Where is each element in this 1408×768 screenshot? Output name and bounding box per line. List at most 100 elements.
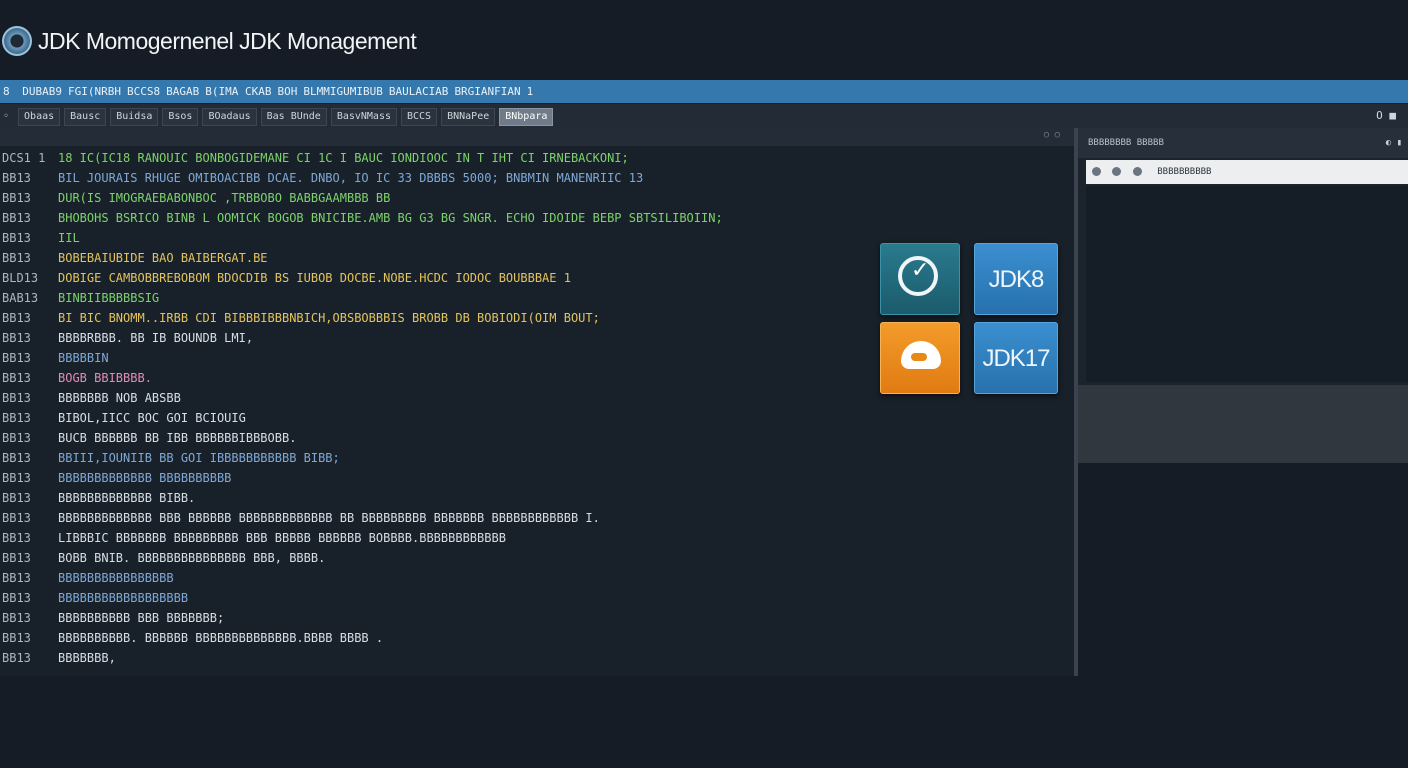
code-line[interactable]: BB13 BBBBBBBBBBBBB BIBB. — [0, 488, 723, 508]
code-line[interactable]: BB13 BOBB BNIB. BBBBBBBBBBBBBBB BBB, BBBB… — [0, 548, 723, 568]
code-line[interactable]: BB13 BOBEBAIUBIDE BAO BAIBERGAT.BE — [0, 248, 723, 268]
code-line[interactable]: BB13 BBBBBBBBBBBBB BBBBBBBBBB — [0, 468, 723, 488]
code-text: BUCB BBBBBB BB IBB BBBBBBIBBBOBB. — [58, 431, 297, 445]
right-panel-title: BBBBBBBB BBBBB — [1088, 138, 1164, 148]
code-line[interactable]: BB13 BBBBRBBB. BB IB BOUNDB LMI, — [0, 328, 723, 348]
menu-item[interactable]: BAULACIAB — [386, 85, 452, 98]
code-line[interactable]: BB13 BBIII,IOUNIIB BB GOI IBBBBBBBBBBB BI… — [0, 448, 723, 468]
code-line[interactable]: BB13 BUCB BBBBBB BB IBB BBBBBBIBBBOBB. — [0, 428, 723, 448]
code-text: BBBBBBBBBBBBBBBBBB — [58, 591, 189, 605]
code-line[interactable]: BB13 BBBBBIN — [0, 348, 723, 368]
code-line[interactable]: BB13 DUR(IS IMOGRAEBABONBOC ,TRBBOBO BABB… — [0, 188, 723, 208]
code-text: BI BIC BNOMM..IRBB CDI BIBBBIBBBNBICH,OB… — [58, 311, 600, 325]
line-number: BB13 — [2, 551, 31, 565]
jdk17-tile[interactable]: JDK17 — [974, 322, 1058, 394]
right-panel-field[interactable]: BBBBBBBBBB — [1086, 160, 1408, 184]
toolbar-button[interactable]: BCCS — [401, 108, 438, 126]
code-line[interactable]: BB13 BOGB BBIBBBB. — [0, 368, 723, 388]
line-number: BB13 — [2, 451, 31, 465]
code-editor[interactable]: ○ ○ DCS1 1 18 IC(IC18 RANOUIC BONBOGIDEMA… — [0, 128, 1078, 676]
code-line[interactable]: BB13 BBBBBBBBBBBBBBBB — [0, 568, 723, 588]
menu-item[interactable]: FGI(NRBH — [65, 85, 124, 98]
status-dot-icon — [1112, 167, 1122, 176]
line-number: BB13 — [2, 351, 31, 365]
code-text: LIBBBIC BBBBBBB BBBBBBBBB BBB BBBBB BBBB… — [58, 531, 506, 545]
toolbar-button[interactable]: Bsos — [162, 108, 199, 126]
code-text: BOBEBAIUBIDE BAO BAIBERGAT.BE — [58, 251, 268, 265]
line-number: BB13 — [2, 571, 31, 585]
code-text: BINBIIBBBBBSIG — [58, 291, 160, 305]
code-line[interactable]: BLD13 DOBIGE CAMBOBBREBOBOM BDOCDIB BS IU… — [0, 268, 723, 288]
menu-leading: 8 — [3, 85, 10, 98]
code-line[interactable]: BB13 BI BIC BNOMM..IRBB CDI BIBBBIBBBNBIC… — [0, 308, 723, 328]
right-panel-field-value: BBBBBBBBBB — [1157, 167, 1212, 177]
code-line[interactable]: BB13 LIBBBIC BBBBBBB BBBBBBBBB BBB BBBBB … — [0, 528, 723, 548]
line-number: BB13 — [2, 471, 31, 485]
code-text: BBBBBBBBBBBBB BBBBBBBBBB — [58, 471, 232, 485]
toolbar-button[interactable]: Buidsa — [110, 108, 159, 126]
code-line[interactable]: BB13 IIL — [0, 228, 723, 248]
code-text: BBBBBBB, — [58, 651, 116, 665]
menu-item[interactable]: BCCS8 — [124, 85, 163, 98]
code-line[interactable]: BB13 BBBBBBBBBBBBBBBBBB — [0, 588, 723, 608]
jdk17-label: JDK17 — [982, 345, 1050, 372]
title-bar: JDK Momogernenel JDK Monagement — [0, 20, 1408, 64]
code-text: BBBBBIN — [58, 351, 109, 365]
menu-item[interactable]: B(IMA CKAB — [202, 85, 274, 98]
line-number: BB13 — [2, 491, 31, 505]
toolbar-left-icon[interactable]: ◦ — [0, 111, 12, 122]
menu-bar: 8 DUBAB9 FGI(NRBH BCCS8 BAGAB B(IMA CKAB BOH B… — [0, 80, 1408, 103]
app-logo-icon — [2, 26, 32, 56]
code-text: BBBBBBBBBB. BBBBBB BBBBBBBBBBBBBB.BBBB B… — [58, 631, 384, 645]
code-line[interactable]: BAB13 BINBIIBBBBBSIG — [0, 288, 723, 308]
code-line[interactable]: BB13 BBBBBBBBBB. BBBBBB BBBBBBBBBBBBBB.BB… — [0, 628, 723, 648]
line-number: BB13 — [2, 651, 31, 665]
verify-tile[interactable]: ✓ — [880, 243, 960, 315]
line-number: BB13 — [2, 331, 31, 345]
line-number: BB13 — [2, 171, 31, 185]
check-icon: ✓ — [911, 258, 930, 283]
code-line[interactable]: DCS1 1 18 IC(IC18 RANOUIC BONBOGIDEMANE C… — [0, 148, 723, 168]
code-text: DUR(IS IMOGRAEBABONBOC ,TRBBOBO BABBGAAM… — [58, 191, 391, 205]
menu-item[interactable]: BLMMIGUMIBUB — [300, 85, 385, 98]
status-dot-icon — [1092, 167, 1101, 176]
jdk8-tile[interactable]: JDK8 — [974, 243, 1058, 315]
right-panel: BBBBBBBB BBBBB ◐ ▮ BBBBBBBBBB — [1078, 128, 1408, 463]
code-line[interactable]: BB13 BBBBBBBBBB BBB BBBBBBB; — [0, 608, 723, 628]
line-number: BB13 — [2, 511, 31, 525]
code-line[interactable]: BB13 BBBBBBB, — [0, 648, 723, 668]
toolbar-button[interactable]: BNbpara — [499, 108, 554, 126]
code-line[interactable]: BB13 BBBBBBBBBBBBB BBB BBBBBB BBBBBBBBBBB… — [0, 508, 723, 528]
helmet-tile[interactable] — [880, 322, 960, 394]
code-line[interactable]: BB13 BIL JOURAIS RHUGE OMIBOACIBB DCAE. D… — [0, 168, 723, 188]
code-area[interactable]: DCS1 1 18 IC(IC18 RANOUIC BONBOGIDEMANE C… — [0, 148, 723, 668]
toolbar-button[interactable]: BasvNMass — [330, 108, 397, 126]
toolbar-button[interactable]: Bausc — [64, 108, 107, 126]
editor-header-controls[interactable]: ○ ○ — [1044, 130, 1060, 140]
code-line[interactable]: BB13 BHOBOHS BSRICO BINB L OOMICK BOGOB B… — [0, 208, 723, 228]
line-number: BB13 — [2, 531, 31, 545]
menu-item[interactable]: BRGIANFIAN — [451, 85, 523, 98]
code-text: DOBIGE CAMBOBBREBOBOM BDOCDIB BS IUBOB D… — [58, 271, 571, 285]
jdk8-label: JDK8 — [988, 266, 1045, 293]
toolbar-button[interactable]: Obaas — [18, 108, 61, 126]
menu-item[interactable]: 1 — [524, 85, 537, 98]
code-text: BBBBBBBBBBBBB BIBB. — [58, 491, 196, 505]
code-text: BBBBBBB NOB ABSBB — [58, 391, 181, 405]
line-number: BB13 — [2, 191, 31, 205]
menu-item[interactable]: DUBAB9 — [19, 85, 65, 98]
code-line[interactable]: BB13 BIBOL,IICC BOC GOI BCIOUIG — [0, 408, 723, 428]
toolbar-button[interactable]: BOadaus — [202, 108, 257, 126]
code-line[interactable]: BB13 BBBBBBB NOB ABSBB — [0, 388, 723, 408]
toolbar-button[interactable]: BNNaPee — [441, 108, 496, 126]
app-title: JDK Momogernenel JDK Monagement — [38, 28, 417, 54]
toolbar-button[interactable]: Bas BUnde — [260, 108, 327, 126]
menu-item[interactable]: BOH — [274, 85, 300, 98]
line-number: BB13 — [2, 591, 31, 605]
toolbar-window-controls[interactable]: O ■ — [1376, 109, 1396, 122]
code-text: BBBBBBBBBBBBBBBB — [58, 571, 174, 585]
right-panel-controls[interactable]: ◐ ▮ — [1386, 138, 1402, 148]
code-text: BIBOL,IICC BOC GOI BCIOUIG — [58, 411, 246, 425]
menu-item[interactable]: BAGAB — [163, 85, 202, 98]
line-number: BB13 — [2, 611, 31, 625]
